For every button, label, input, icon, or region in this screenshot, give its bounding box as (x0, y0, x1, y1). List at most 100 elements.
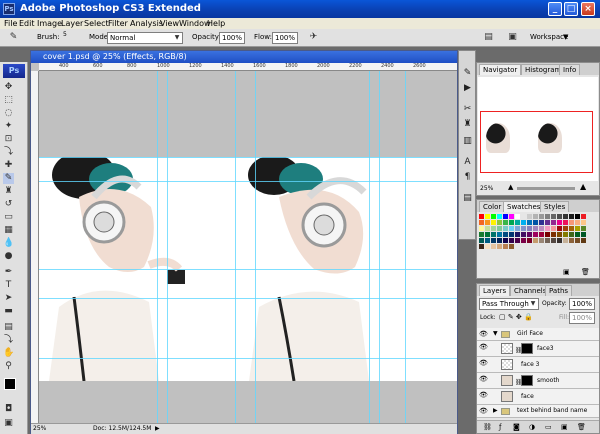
color-swatch[interactable] (563, 220, 568, 225)
paragraph-panel-icon[interactable]: ¶ (461, 171, 474, 184)
color-swatch[interactable] (545, 232, 550, 237)
bridge-icon[interactable]: ▣ (507, 32, 518, 43)
color-swatch[interactable] (503, 220, 508, 225)
actions-panel-icon[interactable]: ▶ (461, 82, 474, 95)
horizontal-ruler[interactable]: 400 600 800 1000 1200 1400 1600 1800 200… (39, 63, 457, 71)
color-swatch[interactable] (521, 226, 526, 231)
color-swatch[interactable] (575, 220, 580, 225)
screen-mode-icon[interactable]: ▣ (3, 418, 14, 429)
color-swatch[interactable] (527, 226, 532, 231)
opacity-input[interactable]: 100% (219, 32, 245, 44)
healing-brush-icon[interactable]: ✚ (3, 160, 14, 171)
zoom-level[interactable]: 25% (33, 424, 46, 434)
menu-view[interactable]: View (160, 18, 179, 29)
color-swatch[interactable] (515, 232, 520, 237)
color-swatch[interactable] (545, 220, 550, 225)
trash-icon[interactable]: 🗑 (577, 421, 586, 433)
color-swatch[interactable] (533, 214, 538, 219)
color-swatch[interactable] (533, 220, 538, 225)
eyedropper-icon[interactable]: ⤵ (3, 147, 14, 158)
color-swatch[interactable] (563, 214, 568, 219)
path-selection-icon[interactable]: ➤ (3, 293, 14, 304)
guide-line[interactable] (39, 269, 457, 270)
color-swatch[interactable] (485, 232, 490, 237)
color-swatch[interactable] (479, 220, 484, 225)
color-swatch[interactable] (497, 232, 502, 237)
eye-icon[interactable]: 👁 (479, 359, 488, 367)
color-swatch[interactable] (515, 238, 520, 243)
color-swatch[interactable] (557, 232, 562, 237)
swatch-grid[interactable] (479, 214, 589, 266)
link-layers-icon[interactable]: ⛓ (483, 421, 492, 433)
color-swatch[interactable] (533, 232, 538, 237)
fill-input[interactable]: 100% (569, 312, 595, 324)
color-swatch[interactable] (515, 220, 520, 225)
guide-line[interactable] (255, 71, 256, 423)
color-swatch[interactable] (503, 232, 508, 237)
pen-tool-icon[interactable]: ✒ (3, 267, 14, 278)
color-swatch[interactable] (503, 238, 508, 243)
add-mask-icon[interactable]: ◙ (513, 421, 520, 433)
color-swatch[interactable] (491, 232, 496, 237)
menu-analysis[interactable]: Analysis (130, 18, 163, 29)
tab-color[interactable]: Color (479, 201, 506, 212)
color-swatch[interactable] (563, 226, 568, 231)
layer-row[interactable]: 👁 ⛓ smooth (477, 373, 599, 389)
guide-line[interactable] (39, 298, 457, 299)
eye-icon[interactable]: 👁 (479, 375, 488, 383)
expand-arrow-icon[interactable]: ▶ (493, 405, 498, 417)
color-swatch[interactable] (503, 214, 508, 219)
eye-icon[interactable]: 👁 (479, 407, 488, 415)
minimize-button[interactable]: _ (548, 2, 562, 16)
color-swatch[interactable] (539, 214, 544, 219)
guide-line[interactable] (39, 358, 457, 359)
color-swatch[interactable] (497, 226, 502, 231)
color-swatch[interactable] (503, 244, 508, 249)
menu-image[interactable]: Image (37, 18, 62, 29)
crop-tool-icon[interactable]: ⊡ (3, 134, 14, 145)
shape-tool-icon[interactable]: ▬ (3, 306, 14, 317)
color-swatch[interactable] (581, 214, 586, 219)
gradient-tool-icon[interactable]: ▦ (3, 225, 14, 236)
color-swatch[interactable] (569, 220, 574, 225)
menu-filter[interactable]: Filter (108, 18, 128, 29)
lock-icons[interactable]: ▢ ✎ ✥ 🔒 (499, 313, 533, 321)
eye-icon[interactable]: 👁 (479, 343, 488, 351)
mode-select[interactable]: Normal ▼ (107, 32, 183, 44)
magic-wand-icon[interactable]: ✦ (3, 121, 14, 132)
color-swatch[interactable] (485, 244, 490, 249)
color-swatch[interactable] (509, 214, 514, 219)
color-swatch[interactable] (569, 232, 574, 237)
navigator-zoom[interactable]: 25% (480, 185, 493, 192)
tab-info[interactable]: Info (559, 64, 581, 75)
color-swatch[interactable] (569, 214, 574, 219)
menu-select[interactable]: Select (84, 18, 109, 29)
color-swatch[interactable] (491, 226, 496, 231)
color-swatch[interactable] (509, 220, 514, 225)
color-swatch[interactable] (539, 220, 544, 225)
color-swatch[interactable] (551, 232, 556, 237)
brush-size-value[interactable]: 5 (63, 31, 67, 38)
airbrush-icon[interactable]: ✈ (308, 32, 319, 43)
trash-icon[interactable]: 🗑 (581, 268, 590, 276)
eye-icon[interactable]: 👁 (479, 330, 488, 338)
guide-line[interactable] (39, 181, 457, 182)
color-swatch[interactable] (497, 214, 502, 219)
flow-input[interactable]: 100% (272, 32, 298, 44)
color-swatch[interactable] (479, 244, 484, 249)
history-panel-icon[interactable]: ▥ (461, 135, 474, 148)
color-swatch[interactable] (557, 226, 562, 231)
character-panel-icon[interactable]: A (461, 156, 474, 169)
layer-row[interactable]: 👁 ⛓ face3 (477, 341, 599, 357)
tool-presets-icon[interactable]: ✂ (461, 103, 474, 116)
color-swatch[interactable] (497, 238, 502, 243)
color-swatch[interactable] (575, 232, 580, 237)
move-tool-icon[interactable]: ✥ (3, 82, 14, 93)
color-swatch[interactable] (497, 244, 502, 249)
new-swatch-icon[interactable]: ▣ (563, 268, 570, 276)
color-swatch[interactable] (515, 226, 520, 231)
color-swatch[interactable] (569, 226, 574, 231)
lasso-tool-icon[interactable]: ◌ (3, 108, 14, 119)
zoom-tool-icon[interactable]: ⚲ (3, 361, 14, 372)
eye-icon[interactable]: 👁 (479, 391, 488, 399)
